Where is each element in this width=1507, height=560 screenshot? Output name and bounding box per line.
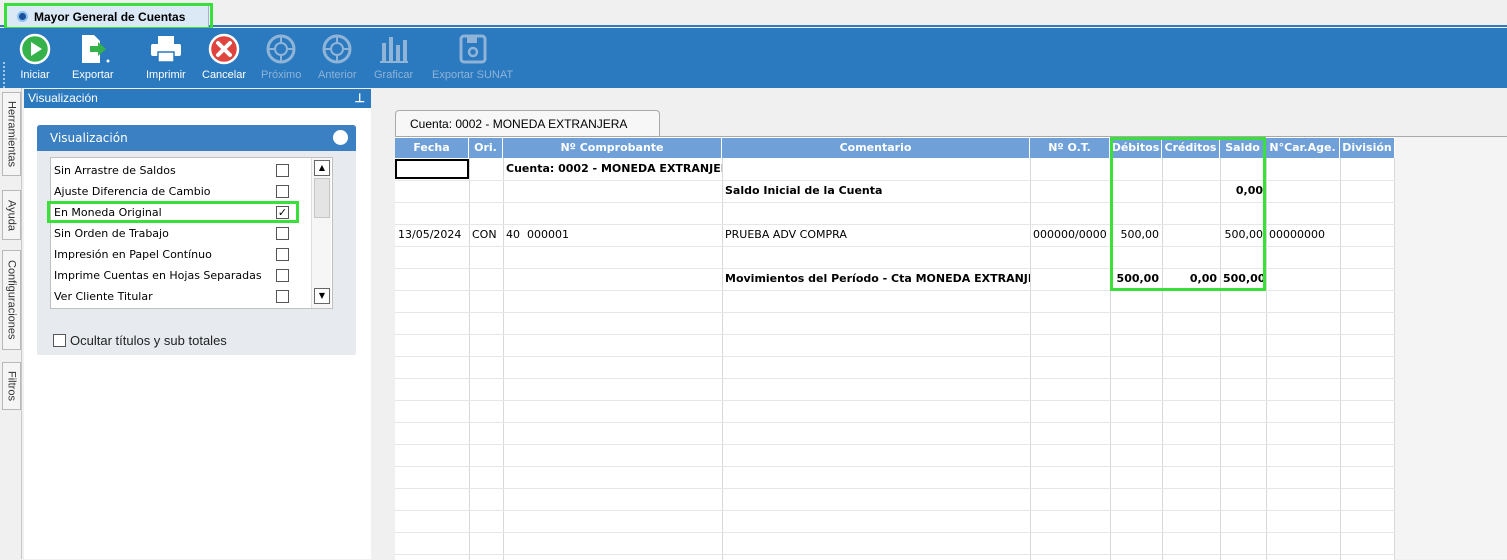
col-ot[interactable]: Nº O.T.: [1030, 138, 1110, 158]
previous-icon: [320, 32, 354, 66]
save-disk-icon: [456, 32, 490, 66]
row-line: [395, 312, 1395, 313]
scroll-thumb[interactable]: [314, 178, 330, 218]
cancel-icon: [207, 32, 241, 66]
option-hojas-separadas[interactable]: Imprime Cuentas en Hojas Separadas: [51, 265, 309, 285]
visualization-group: Visualización Sin Arrastre de Saldos Aju…: [37, 125, 356, 355]
row-line: [395, 356, 1395, 357]
cell-fecha: 13/05/2024: [398, 228, 462, 241]
visualization-panel: Visualización Sin Arrastre de Saldos Aju…: [24, 108, 371, 559]
title-bar: Mayor General de Cuentas: [0, 0, 1507, 30]
col-carage[interactable]: N°Car.Age.: [1266, 138, 1340, 158]
hide-totals-option[interactable]: Ocultar títulos y sub totales: [53, 333, 227, 348]
checkbox[interactable]: [276, 164, 289, 177]
exportar-sunat-button[interactable]: Exportar SUNAT: [432, 32, 513, 86]
row-line: [395, 466, 1395, 467]
account-tab[interactable]: Cuenta: 0002 - MONEDA EXTRANJERA: [395, 110, 660, 136]
cell-comentario: Movimientos del Período - Cta MONEDA EXT…: [725, 272, 1030, 285]
option-ajuste-diferencia[interactable]: Ajuste Diferencia de Cambio: [51, 181, 309, 201]
tab-herramientas[interactable]: Herramientas: [2, 92, 21, 176]
col-fecha[interactable]: Fecha: [395, 138, 469, 158]
selected-cell[interactable]: [395, 159, 469, 179]
row-line: [395, 488, 1395, 489]
iniciar-button[interactable]: Iniciar: [18, 32, 52, 86]
printer-icon: [149, 32, 183, 66]
play-icon: [18, 32, 52, 66]
report-grid-container: Fecha Ori. Nº Comprobante Comentario Nº …: [395, 136, 1507, 560]
panel-title: Visualización: [28, 91, 98, 105]
row-line: [395, 334, 1395, 335]
collapse-icon[interactable]: [333, 130, 348, 145]
row-line: [395, 422, 1395, 423]
cell-comprobante: Cuenta: 0002 - MONEDA EXTRANJERA: [506, 162, 722, 175]
scroll-up-icon[interactable]: ▲: [314, 160, 330, 176]
row-line: [395, 378, 1395, 379]
row-line: [395, 400, 1395, 401]
highlight-box: [1110, 137, 1266, 291]
tab-configuraciones[interactable]: Configuraciones: [2, 250, 21, 350]
checkbox[interactable]: [276, 185, 289, 198]
ribbon-toolbar: Iniciar Exportar Imprimir Cancelar Próxi…: [0, 28, 1507, 112]
exportar-button[interactable]: Exportar: [72, 32, 114, 86]
imprimir-button[interactable]: Imprimir: [146, 32, 186, 86]
col-comentario[interactable]: Comentario: [722, 138, 1030, 158]
option-papel-continuo[interactable]: Impresión en Papel Contínuo: [51, 244, 309, 264]
pin-icon[interactable]: ⊥: [355, 89, 365, 108]
panel-header: Visualización ⊥: [24, 89, 371, 108]
row-line: [395, 444, 1395, 445]
options-list: Sin Arrastre de Saldos Ajuste Diferencia…: [47, 157, 333, 309]
group-header[interactable]: Visualización: [37, 125, 356, 151]
cell-carage: 00000000: [1269, 228, 1325, 241]
cell-ot: 000000/0000: [1033, 228, 1107, 241]
next-icon: [264, 32, 298, 66]
cell-ori: CON: [472, 228, 497, 241]
cell-comentario: PRUEBA ADV COMPRA: [725, 228, 847, 241]
checkbox[interactable]: [276, 269, 289, 282]
checkbox[interactable]: [53, 334, 66, 347]
chart-icon: [377, 32, 411, 66]
col-comprobante[interactable]: Nº Comprobante: [503, 138, 722, 158]
cancelar-button[interactable]: Cancelar: [202, 32, 246, 86]
row-line: [395, 510, 1395, 511]
graficar-button[interactable]: Graficar: [374, 32, 413, 86]
col-ori[interactable]: Ori.: [469, 138, 503, 158]
col-division[interactable]: División: [1340, 138, 1395, 158]
group-title: Visualización: [50, 131, 128, 145]
document-tab[interactable]: Mayor General de Cuentas: [4, 3, 213, 30]
checkbox[interactable]: [276, 248, 289, 261]
option-moneda-original[interactable]: En Moneda Original ✓: [47, 201, 309, 223]
side-tab-strip: Herramientas Ayuda Configuraciones Filtr…: [0, 88, 22, 559]
row-line: [395, 532, 1395, 533]
checkbox[interactable]: [276, 290, 289, 303]
anterior-button[interactable]: Anterior: [318, 32, 357, 86]
tab-ayuda[interactable]: Ayuda: [2, 190, 21, 240]
tab-filtros[interactable]: Filtros: [2, 362, 21, 410]
cell-comprobante: 40 000001: [506, 228, 569, 241]
option-sin-arrastre[interactable]: Sin Arrastre de Saldos: [51, 160, 309, 180]
checkbox[interactable]: [276, 227, 289, 240]
scroll-down-icon[interactable]: ▼: [314, 288, 330, 304]
cell-comentario: Saldo Inicial de la Cuenta: [725, 184, 883, 197]
proximo-button[interactable]: Próximo: [261, 32, 301, 86]
row-line: [395, 554, 1395, 555]
option-cliente-titular[interactable]: Ver Cliente Titular: [51, 286, 309, 306]
export-icon: [76, 32, 110, 66]
highlight-box: [47, 201, 299, 223]
highlight-box: [4, 3, 213, 30]
options-scrollbar[interactable]: ▲ ▼: [311, 158, 331, 308]
checkbox-checked[interactable]: ✓: [276, 206, 289, 219]
option-sin-orden[interactable]: Sin Orden de Trabajo: [51, 223, 309, 243]
